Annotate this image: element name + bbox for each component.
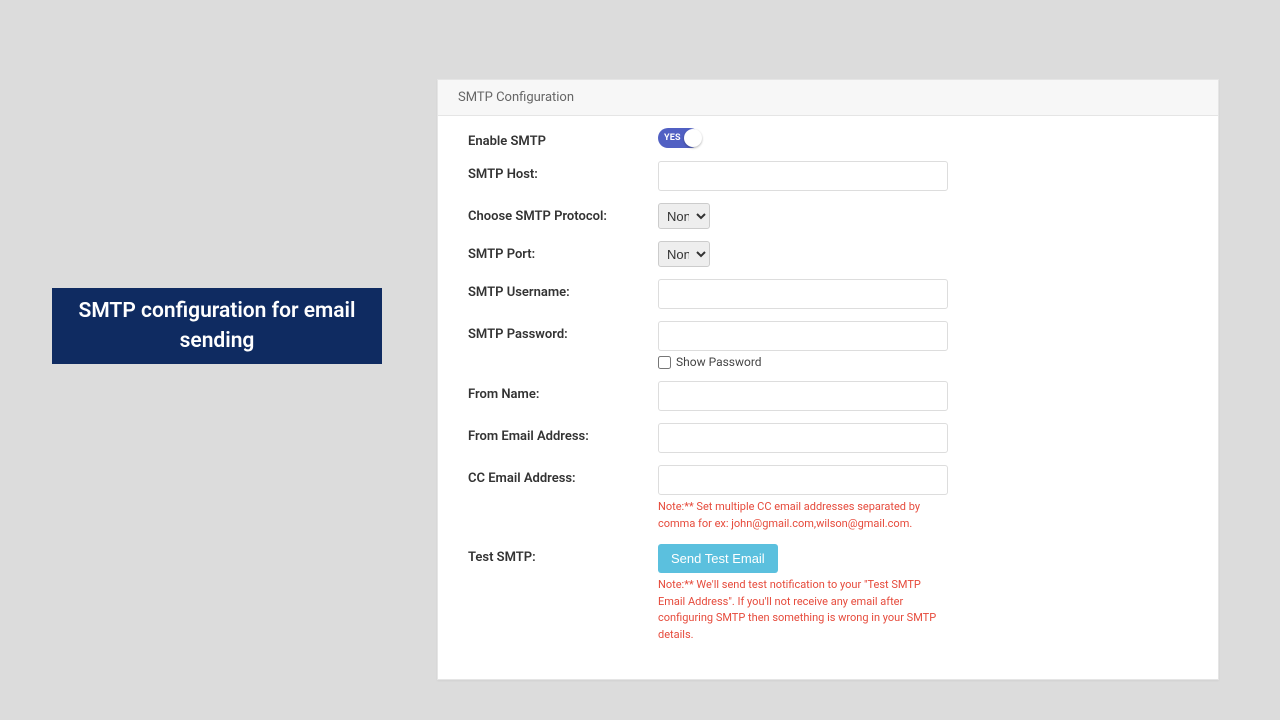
from-email-input[interactable]	[658, 423, 948, 453]
row-smtp-username: SMTP Username:	[468, 279, 1188, 309]
show-password-row: Show Password	[658, 355, 1188, 369]
from-name-input[interactable]	[658, 381, 948, 411]
row-from-name: From Name:	[468, 381, 1188, 411]
panel-header: SMTP Configuration	[438, 80, 1218, 116]
test-smtp-label: Test SMTP:	[468, 544, 658, 565]
smtp-port-label: SMTP Port:	[468, 241, 658, 262]
smtp-password-label: SMTP Password:	[468, 321, 658, 342]
show-password-checkbox[interactable]	[658, 356, 671, 369]
from-email-label: From Email Address:	[468, 423, 658, 444]
panel-title: SMTP Configuration	[458, 90, 574, 105]
row-smtp-password: SMTP Password: Show Password	[468, 321, 1188, 369]
row-enable-smtp: Enable SMTP YES	[468, 128, 1188, 149]
cc-email-note: Note:** Set multiple CC email addresses …	[658, 499, 948, 532]
smtp-config-panel: SMTP Configuration Enable SMTP YES SMTP …	[437, 79, 1219, 680]
row-smtp-host: SMTP Host:	[468, 161, 1188, 191]
from-name-label: From Name:	[468, 381, 658, 402]
toggle-yes-label: YES	[664, 133, 681, 143]
toggle-knob	[684, 129, 702, 147]
smtp-username-label: SMTP Username:	[468, 279, 658, 300]
row-test-smtp: Test SMTP: Send Test Email Note:** We'll…	[468, 544, 1188, 643]
smtp-port-select[interactable]: None	[658, 241, 710, 267]
smtp-protocol-select[interactable]: None	[658, 203, 710, 229]
row-smtp-port: SMTP Port: None	[468, 241, 1188, 267]
smtp-username-input[interactable]	[658, 279, 948, 309]
smtp-host-input[interactable]	[658, 161, 948, 191]
row-cc-email: CC Email Address: Note:** Set multiple C…	[468, 465, 1188, 532]
test-smtp-note: Note:** We'll send test notification to …	[658, 577, 948, 643]
enable-smtp-label: Enable SMTP	[468, 128, 658, 149]
caption-box: SMTP configuration for email sending	[52, 288, 382, 364]
enable-smtp-toggle[interactable]: YES	[658, 128, 700, 148]
panel-body: Enable SMTP YES SMTP Host: Choose SMTP P…	[438, 116, 1218, 679]
smtp-protocol-label: Choose SMTP Protocol:	[468, 203, 658, 224]
cc-email-label: CC Email Address:	[468, 465, 658, 486]
cc-email-input[interactable]	[658, 465, 948, 495]
smtp-host-label: SMTP Host:	[468, 161, 658, 182]
show-password-label: Show Password	[676, 355, 762, 369]
row-smtp-protocol: Choose SMTP Protocol: None	[468, 203, 1188, 229]
row-from-email: From Email Address:	[468, 423, 1188, 453]
send-test-email-button[interactable]: Send Test Email	[658, 544, 778, 573]
caption-text: SMTP configuration for email sending	[72, 296, 362, 357]
smtp-password-input[interactable]	[658, 321, 948, 351]
